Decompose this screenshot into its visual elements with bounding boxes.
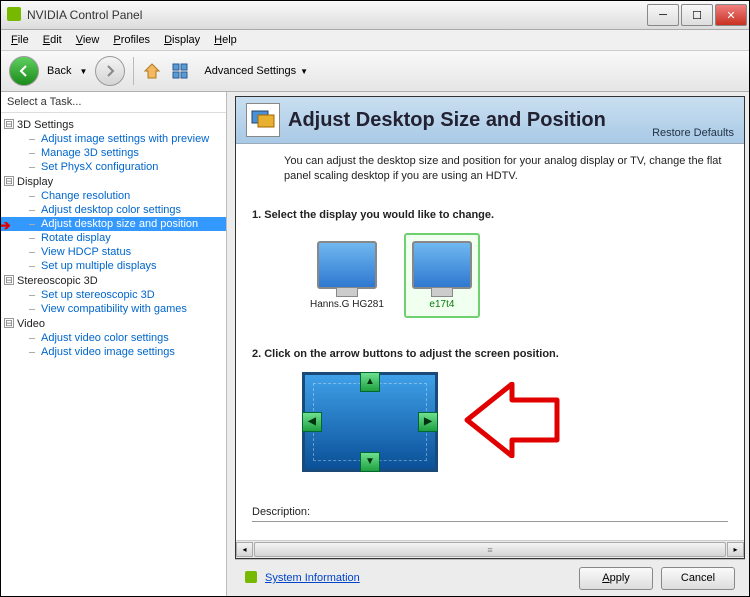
system-information-link[interactable]: System Information	[265, 572, 571, 584]
tree-item[interactable]: Set PhysX configuration	[1, 160, 226, 174]
panel-body: You can adjust the desktop size and posi…	[236, 144, 744, 540]
menu-bar: File Edit View Profiles Display Help	[1, 30, 749, 51]
scrollbar-thumb[interactable]	[254, 542, 726, 557]
panel-header-icon	[246, 103, 280, 137]
divider	[252, 521, 728, 522]
task-sidebar: Select a Task... 3D Settings Adjust imag…	[1, 92, 227, 596]
scroll-left-icon[interactable]: ◂	[236, 542, 253, 557]
maximize-button[interactable]: ☐	[681, 4, 713, 26]
tree-item[interactable]: Adjust video image settings	[1, 345, 226, 359]
display-label: Hanns.G HG281	[310, 299, 384, 310]
menu-display[interactable]: Display	[158, 32, 206, 48]
menu-view[interactable]: View	[70, 32, 106, 48]
tree-item[interactable]: Adjust image settings with preview	[1, 132, 226, 146]
close-button[interactable]: ✕	[715, 4, 747, 26]
scroll-right-icon[interactable]: ▸	[727, 542, 744, 557]
tree-item[interactable]: Adjust desktop color settings	[1, 203, 226, 217]
chevron-down-icon: ▼	[300, 67, 308, 76]
position-widget: ▲ ▼ ◀ ▶	[302, 372, 582, 472]
restore-defaults-link[interactable]: Restore Defaults	[652, 127, 734, 139]
cancel-button[interactable]: Cancel	[661, 567, 735, 590]
description-label: Description:	[252, 506, 728, 518]
back-dropdown-icon[interactable]: ▼	[79, 67, 87, 76]
step1-label: 1. Select the display you would like to …	[252, 209, 728, 221]
display-picker: Hanns.G HG281 e17t4	[302, 233, 728, 318]
display-label: e17t4	[412, 299, 472, 310]
display-option-selected[interactable]: e17t4	[404, 233, 480, 318]
tree-item[interactable]: Set up stereoscopic 3D	[1, 288, 226, 302]
task-tree: 3D Settings Adjust image settings with p…	[1, 113, 226, 596]
nvidia-icon	[7, 7, 23, 23]
footer-bar: System Information Apply Cancel	[235, 559, 745, 596]
tree-item[interactable]: Change resolution	[1, 189, 226, 203]
tree-item-selected[interactable]: ➔ Adjust desktop size and position	[1, 217, 226, 231]
menu-profiles[interactable]: Profiles	[107, 32, 156, 48]
tree-item[interactable]: View HDCP status	[1, 245, 226, 259]
home-icon[interactable]	[142, 61, 162, 81]
titlebar: NVIDIA Control Panel ─ ☐ ✕	[1, 1, 749, 30]
move-down-button[interactable]: ▼	[360, 452, 380, 472]
back-button[interactable]	[9, 56, 39, 86]
tree-group-stereoscopic[interactable]: Stereoscopic 3D	[1, 274, 226, 288]
step2-label: 2. Click on the arrow buttons to adjust …	[252, 348, 728, 360]
grid-icon[interactable]	[170, 61, 190, 81]
tree-item[interactable]: Set up multiple displays	[1, 259, 226, 273]
move-up-button[interactable]: ▲	[360, 372, 380, 392]
move-right-button[interactable]: ▶	[418, 412, 438, 432]
annotation-large-arrow-icon	[462, 382, 562, 461]
nvidia-small-icon	[245, 571, 257, 586]
menu-edit[interactable]: Edit	[37, 32, 68, 48]
move-left-button[interactable]: ◀	[302, 412, 322, 432]
tree-item[interactable]: Manage 3D settings	[1, 146, 226, 160]
window-title: NVIDIA Control Panel	[27, 8, 647, 22]
apply-button[interactable]: Apply	[579, 567, 653, 590]
panel-header: Adjust Desktop Size and Position Restore…	[236, 97, 744, 144]
toolbar: Back ▼ Advanced Settings ▼	[1, 51, 749, 92]
arrow-right-icon	[103, 64, 117, 78]
tree-item[interactable]: Rotate display	[1, 231, 226, 245]
nvidia-control-panel-window: NVIDIA Control Panel ─ ☐ ✕ File Edit Vie…	[0, 0, 750, 597]
menu-help[interactable]: Help	[208, 32, 243, 48]
horizontal-scrollbar[interactable]: ◂ ▸	[236, 540, 744, 558]
tree-group-video[interactable]: Video	[1, 317, 226, 331]
sidebar-header: Select a Task...	[1, 92, 226, 113]
intro-text: You can adjust the desktop size and posi…	[252, 154, 728, 185]
tree-group-3d-settings[interactable]: 3D Settings	[1, 118, 226, 132]
advanced-settings-dropdown[interactable]: Advanced Settings ▼	[198, 63, 314, 79]
content-panel: Adjust Desktop Size and Position Restore…	[235, 96, 745, 559]
back-label: Back	[47, 65, 71, 77]
screen-grid-overlay	[313, 383, 427, 461]
advanced-settings-label: Advanced Settings	[204, 65, 296, 77]
minimize-button[interactable]: ─	[647, 4, 679, 26]
tree-group-display[interactable]: Display	[1, 175, 226, 189]
tree-item[interactable]: View compatibility with games	[1, 302, 226, 316]
screen-preview: ▲ ▼ ◀ ▶	[302, 372, 438, 472]
toolbar-separator	[133, 57, 134, 85]
menu-file[interactable]: File	[5, 32, 35, 48]
arrow-left-icon	[17, 64, 31, 78]
tree-item[interactable]: Adjust video color settings	[1, 331, 226, 345]
monitor-icon	[412, 241, 472, 289]
monitor-icon	[317, 241, 377, 289]
forward-button[interactable]	[95, 56, 125, 86]
display-option[interactable]: Hanns.G HG281	[302, 233, 392, 318]
